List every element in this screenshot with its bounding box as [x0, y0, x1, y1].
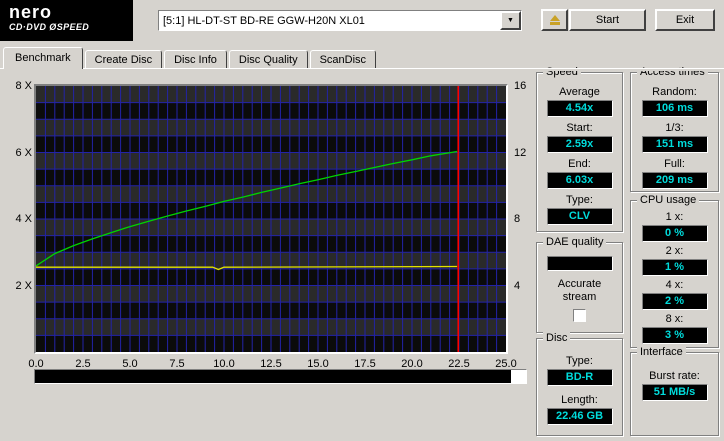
access-random-label: Random:: [631, 86, 718, 99]
y-axis-left-tick: 2 X: [6, 280, 32, 292]
y-axis-right-tick: 16: [514, 80, 536, 92]
access-times-panel: Access times Random: 106 ms 1/3: 151 ms …: [630, 72, 719, 192]
x-axis-tick: 12.5: [256, 358, 286, 370]
y-axis-left-tick: 8 X: [6, 80, 32, 92]
speed-type-label: Type:: [537, 194, 622, 207]
chevron-down-icon: ▼: [507, 17, 514, 24]
interface-panel: Interface Burst rate: 51 MB/s: [630, 352, 719, 436]
x-axis-tick: 5.0: [115, 358, 145, 370]
start-button[interactable]: Start: [569, 9, 646, 31]
speed-average-value: 4.54x: [547, 100, 613, 117]
cpu-2x-value: 1 %: [642, 259, 708, 276]
drive-select-value: [5:1] HL-DT-ST BD-RE GGW-H20N XL01: [159, 15, 500, 27]
access-full-label: Full:: [631, 158, 718, 171]
x-axis-tick: 17.5: [350, 358, 380, 370]
position-progressbar-fill: [35, 370, 511, 383]
speed-end-label: End:: [537, 158, 622, 171]
cpu-usage-panel-title: CPU usage: [637, 194, 699, 206]
dae-panel-title: DAE quality: [543, 236, 606, 248]
y-axis-right-tick: 8: [514, 213, 536, 225]
disc-panel-title: Disc: [543, 332, 570, 344]
y-axis-right-tick: 4: [514, 280, 536, 292]
tab-scandisc[interactable]: ScanDisc: [310, 50, 376, 68]
benchmark-plot: [36, 86, 506, 352]
tab-create-disc[interactable]: Create Disc: [85, 50, 162, 68]
access-random-value: 106 ms: [642, 100, 708, 117]
x-axis-tick: 22.5: [444, 358, 474, 370]
tab-disc-info[interactable]: Disc Info: [164, 50, 227, 68]
eject-icon: [550, 15, 560, 21]
disc-length-label: Length:: [537, 394, 622, 407]
x-axis-tick: 0.0: [21, 358, 51, 370]
cpu-4x-value: 2 %: [642, 293, 708, 310]
disc-type-label: Type:: [537, 355, 622, 368]
dae-quality-panel: DAE quality Accurate stream: [536, 242, 623, 333]
exit-button[interactable]: Exit: [655, 9, 715, 31]
tab-bar: Benchmark Create Disc Disc Info Disc Qua…: [3, 47, 378, 69]
logo-brand-text: nero: [9, 3, 133, 22]
cpu-4x-label: 4 x:: [631, 279, 718, 292]
eject-button[interactable]: [541, 9, 568, 31]
y-axis-right-tick: 12: [514, 147, 536, 159]
x-axis-tick: 7.5: [162, 358, 192, 370]
cpu-2x-label: 2 x:: [631, 245, 718, 258]
logo-product-text: CD·DVD ØSPEED: [9, 22, 133, 32]
burst-rate-value: 51 MB/s: [642, 384, 708, 401]
cpu-usage-panel: CPU usage 1 x: 0 % 2 x: 1 % 4 x: 2 % 8 x…: [630, 200, 719, 348]
cpu-1x-value: 0 %: [642, 225, 708, 242]
drive-select[interactable]: [5:1] HL-DT-ST BD-RE GGW-H20N XL01 ▼: [158, 10, 522, 31]
nero-logo: nero CD·DVD ØSPEED: [0, 0, 133, 41]
nero-cd-dvd-speed-window: nero CD·DVD ØSPEED [5:1] HL-DT-ST BD-RE …: [0, 0, 724, 441]
x-axis-tick: 15.0: [303, 358, 333, 370]
position-progressbar: [34, 369, 527, 384]
tab-disc-quality[interactable]: Disc Quality: [229, 50, 308, 68]
accurate-stream-checkbox[interactable]: [573, 309, 586, 322]
x-axis-tick: 10.0: [209, 358, 239, 370]
tab-benchmark[interactable]: Benchmark: [3, 47, 83, 69]
drive-select-dropdown-button[interactable]: ▼: [500, 11, 521, 30]
speed-average-label: Average: [537, 86, 622, 99]
dae-quality-meter: [547, 256, 613, 271]
access-third-value: 151 ms: [642, 136, 708, 153]
speed-start-value: 2.59x: [547, 136, 613, 153]
access-full-value: 209 ms: [642, 172, 708, 189]
disc-type-value: BD-R: [547, 369, 613, 386]
y-axis-left-tick: 4 X: [6, 213, 32, 225]
accurate-stream-label: Accurate stream: [551, 278, 609, 304]
y-axis-left-tick: 6 X: [6, 147, 32, 159]
speed-end-value: 6.03x: [547, 172, 613, 189]
interface-panel-title: Interface: [637, 346, 686, 358]
x-axis-tick: 2.5: [68, 358, 98, 370]
burst-rate-label: Burst rate:: [631, 370, 718, 383]
disc-length-value: 22.46 GB: [547, 408, 613, 425]
cpu-8x-value: 3 %: [642, 327, 708, 344]
disc-panel: Disc Type: BD-R Length: 22.46 GB: [536, 338, 623, 436]
benchmark-chart: [34, 84, 508, 354]
x-axis-tick: 20.0: [397, 358, 427, 370]
cpu-8x-label: 8 x:: [631, 313, 718, 326]
x-axis-tick: 25.0: [491, 358, 521, 370]
cpu-1x-label: 1 x:: [631, 211, 718, 224]
access-third-label: 1/3:: [631, 122, 718, 135]
speed-start-label: Start:: [537, 122, 622, 135]
speed-panel: Speed Average 4.54x Start: 2.59x End: 6.…: [536, 72, 623, 232]
speed-type-value: CLV: [547, 208, 613, 225]
